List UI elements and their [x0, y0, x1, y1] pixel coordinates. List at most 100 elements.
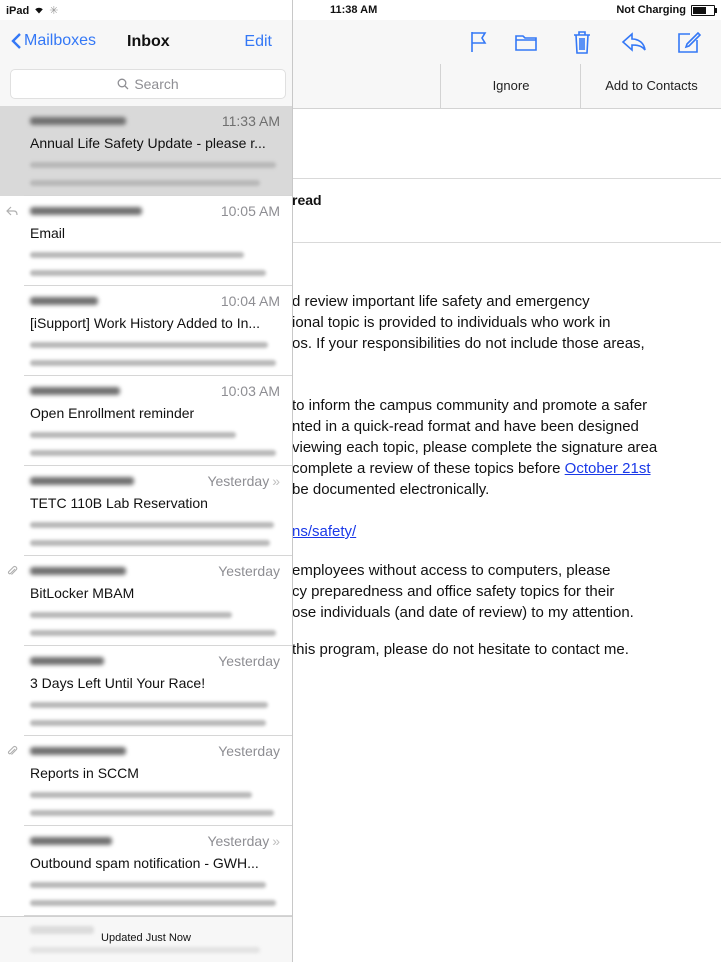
- paperclip-icon: [7, 745, 18, 755]
- inbox-navbar: Mailboxes Inbox Edit: [0, 20, 292, 64]
- back-label: Mailboxes: [24, 32, 97, 49]
- message-row[interactable]: Yesterday » Outbound spam notification -…: [0, 826, 292, 916]
- message-preview-redacted: [30, 360, 276, 366]
- message-preview-redacted: [30, 792, 252, 798]
- sender-name-redacted: [30, 564, 126, 578]
- message-preview-redacted: [30, 810, 274, 816]
- message-time: Yesterday »: [207, 833, 280, 849]
- update-status: Updated Just Now: [101, 932, 191, 944]
- message-subject: 3 Days Left Until Your Race!: [30, 675, 206, 691]
- mailboxes-back-button[interactable]: Mailboxes: [10, 32, 96, 50]
- message-row[interactable]: 11:33 AM Annual Life Safety Update - ple…: [0, 106, 292, 196]
- add-to-contacts-button[interactable]: Add to Contacts: [580, 64, 721, 108]
- status-bar: iPad ✳ 11:38 AM Not Charging: [0, 0, 721, 20]
- body-line: complete a review of these topics before: [292, 460, 565, 477]
- body-line: d review important life safety and emerg…: [292, 293, 590, 310]
- header-divider: [290, 178, 721, 179]
- sender-name-redacted: [30, 114, 126, 128]
- sender-name-redacted: [30, 294, 98, 308]
- header-divider: [290, 242, 721, 243]
- charging-status: Not Charging: [616, 4, 686, 16]
- message-time-label: Yesterday: [207, 833, 270, 849]
- message-time: Yesterday: [218, 563, 280, 579]
- body-line: viewing each topic, please complete the …: [292, 439, 658, 456]
- message-row[interactable]: Yesterday Reports in SCCM: [0, 736, 292, 826]
- message-subject: read: [292, 192, 322, 208]
- compose-icon[interactable]: [674, 28, 702, 56]
- message-preview-redacted: [30, 432, 236, 438]
- reply-arrow-icon: [6, 206, 18, 216]
- search-placeholder: Search: [134, 76, 179, 92]
- message-row[interactable]: 10:05 AM Email: [0, 196, 292, 286]
- edit-button[interactable]: Edit: [244, 33, 272, 51]
- message-row[interactable]: Yesterday 3 Days Left Until Your Race!: [0, 646, 292, 736]
- sender-name-redacted: [30, 204, 142, 218]
- thread-chevron-icon: »: [272, 833, 280, 849]
- message-time: 10:04 AM: [220, 293, 280, 309]
- message-row[interactable]: 10:03 AM Open Enrollment reminder: [0, 376, 292, 466]
- message-preview-redacted: [30, 612, 232, 618]
- message-subject: TETC 110B Lab Reservation: [30, 495, 208, 511]
- reply-icon[interactable]: [620, 28, 648, 56]
- message-preview-redacted: [30, 270, 266, 276]
- battery-icon: [691, 4, 717, 16]
- body-line: employees without access to computers, p…: [292, 562, 611, 579]
- chevron-left-icon: [11, 33, 21, 49]
- message-row[interactable]: Yesterday » TETC 110B Lab Reservation: [0, 466, 292, 556]
- body-line: to inform the campus community and promo…: [292, 397, 648, 414]
- status-time: 11:38 AM: [330, 4, 378, 16]
- body-line: nted in a quick-read format and have bee…: [292, 418, 639, 435]
- message-preview-redacted: [30, 702, 268, 708]
- inbox-sidebar: Mailboxes Inbox Edit Search 11:33 AM Ann…: [0, 0, 293, 962]
- ghost-preview-redacted: [30, 947, 260, 953]
- message-preview-redacted: [30, 342, 268, 348]
- message-preview-redacted: [30, 882, 266, 888]
- sender-name-redacted: [30, 384, 120, 398]
- wifi-icon: [33, 5, 45, 17]
- body-line: os. If your responsibilities do not incl…: [292, 335, 645, 352]
- page-title: Inbox: [127, 33, 170, 50]
- deadline-link[interactable]: October 21st: [565, 460, 651, 477]
- sender-name-redacted: [30, 654, 104, 668]
- message-preview-redacted: [30, 252, 244, 258]
- body-line: be documented electronically.: [292, 481, 490, 498]
- paperclip-icon: [7, 565, 18, 575]
- safety-url-link[interactable]: ns/safety/: [292, 521, 356, 542]
- message-preview-redacted: [30, 720, 266, 726]
- body-line: ional topic is provided to individuals w…: [292, 314, 611, 331]
- message-time: Yesterday »: [207, 473, 280, 489]
- sender-action-bar: Ignore Add to Contacts: [290, 64, 721, 109]
- status-left: iPad ✳: [6, 4, 59, 18]
- message-time: 10:03 AM: [220, 383, 280, 399]
- message-subject: Email: [30, 225, 66, 241]
- folder-icon[interactable]: [512, 28, 540, 56]
- flag-icon[interactable]: [464, 28, 492, 56]
- trash-icon[interactable]: [568, 28, 596, 56]
- message-row[interactable]: Yesterday BitLocker MBAM: [0, 556, 292, 646]
- activity-spinner-icon: ✳: [49, 5, 59, 17]
- message-subject: Annual Life Safety Update - please r...: [30, 135, 266, 151]
- message-subject: Open Enrollment reminder: [30, 405, 195, 421]
- sender-name-redacted: [30, 474, 134, 488]
- message-preview-redacted: [30, 180, 260, 186]
- message-preview-redacted: [30, 540, 270, 546]
- status-right: Not Charging: [616, 4, 717, 16]
- body-line: this program, please do not hesitate to …: [292, 641, 629, 658]
- search-icon: [117, 78, 129, 90]
- device-name: iPad: [6, 4, 30, 17]
- mailbox-footer: Updated Just Now: [0, 916, 292, 962]
- message-time: Yesterday: [218, 653, 280, 669]
- message-preview-redacted: [30, 162, 276, 168]
- message-subject: Outbound spam notification - GWH...: [30, 855, 259, 871]
- sender-name-redacted: [30, 834, 112, 848]
- message-toolbar: [290, 20, 721, 65]
- message-preview-redacted: [30, 630, 276, 636]
- message-preview-redacted: [30, 522, 274, 528]
- search-bar: Search: [0, 64, 292, 107]
- body-line-with-link: complete a review of these topics before…: [292, 458, 651, 479]
- ignore-button[interactable]: Ignore: [440, 64, 581, 108]
- message-row[interactable]: 10:04 AM [iSupport] Work History Added t…: [0, 286, 292, 376]
- message-preview-redacted: [30, 450, 276, 456]
- body-line: ose individuals (and date of review) to …: [292, 604, 634, 621]
- search-input[interactable]: Search: [10, 69, 286, 99]
